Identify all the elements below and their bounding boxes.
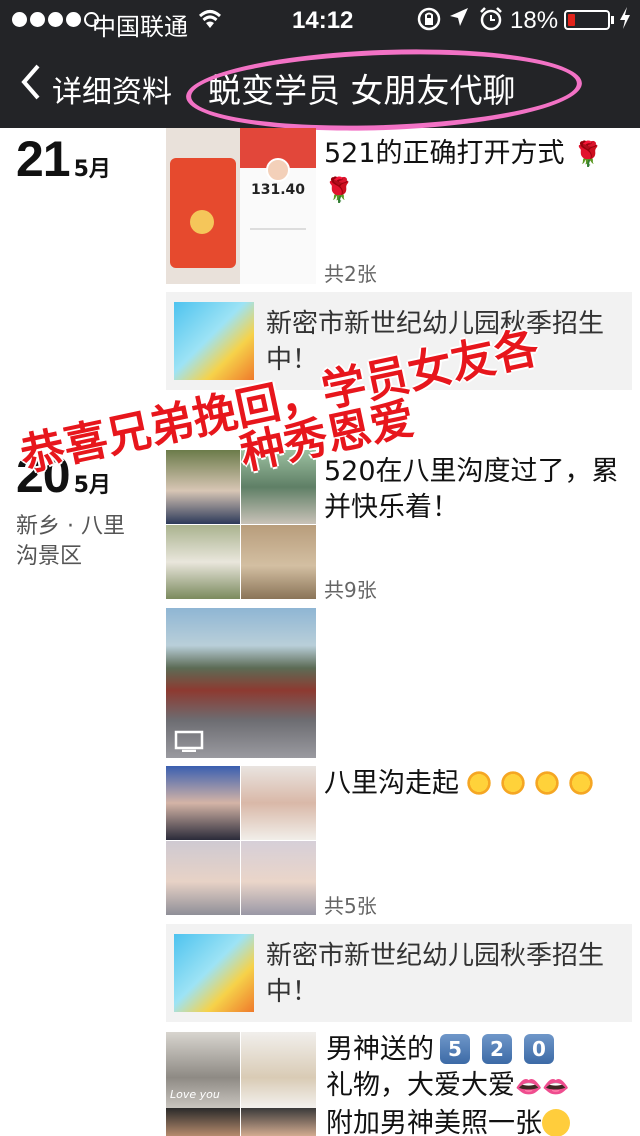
- lips-emoji-icon: 👄: [542, 1075, 570, 1100]
- battery-cap: [611, 16, 614, 24]
- month-label: 5月: [73, 157, 111, 182]
- photo-count: 共2张: [324, 262, 377, 286]
- sun-emoji-icon: [567, 769, 595, 797]
- keycap-5-icon: 5: [440, 1034, 470, 1064]
- photo-count: 共9张: [324, 578, 377, 602]
- post-photo[interactable]: [241, 1032, 316, 1108]
- post-photo[interactable]: [241, 525, 316, 599]
- sun-emoji-icon: [533, 769, 561, 797]
- sun-emoji-icon: [465, 769, 493, 797]
- moments-feed[interactable]: 21 5月 131.40 521的正确打开方式 🌹 🌹 共2张 新密市新世纪幼儿园秋…: [0, 128, 640, 1136]
- rotation-lock-icon: [416, 6, 442, 38]
- post-photo[interactable]: [241, 841, 316, 915]
- status-bar: 中国联通 14:12 18%: [0, 0, 640, 41]
- post-photo[interactable]: [166, 1108, 240, 1136]
- rose-emoji-icon: 🌹: [324, 176, 354, 204]
- post-text: 521的正确打开方式 🌹 🌹: [324, 138, 604, 204]
- post-text: 男神送的 5 2 0 礼物，大爱大爱👄👄 附加男神美照一张: [326, 1034, 570, 1136]
- navigation-bar: 详细资料 蜕变学员 女朋友代聊: [0, 40, 640, 137]
- carrier-name: 中国联通: [92, 14, 188, 41]
- post-photo[interactable]: Love you: [166, 1032, 240, 1108]
- post-video[interactable]: [166, 608, 316, 758]
- keycap-2-icon: 2: [482, 1034, 512, 1064]
- date-header-21: 21 5月: [16, 130, 111, 188]
- sun-emoji-icon: [499, 769, 527, 797]
- post-photo[interactable]: [166, 128, 240, 284]
- post-photo[interactable]: [166, 841, 240, 915]
- charging-bolt-icon: [618, 6, 632, 36]
- day-number: 21: [16, 131, 71, 187]
- photo-caption: Love you: [170, 1088, 220, 1101]
- thinking-emoji-icon: [542, 1109, 570, 1136]
- battery-percent: 18%: [510, 7, 559, 34]
- post-photo[interactable]: [166, 450, 240, 524]
- back-chevron-icon[interactable]: [18, 62, 42, 109]
- post-photo[interactable]: [166, 766, 240, 840]
- location-label[interactable]: 新乡 · 八里沟景区: [16, 512, 146, 572]
- post-text: 520在八里沟度过了，累并快乐着！: [324, 456, 619, 523]
- battery-icon: [564, 10, 610, 30]
- shared-link-title: 新密市新世纪幼儿园秋季招生中！: [266, 941, 605, 1007]
- post-photo[interactable]: [241, 766, 316, 840]
- post-text: 八里沟走起: [324, 766, 634, 802]
- shared-link-card[interactable]: 新密市新世纪幼儿园秋季招生中！: [166, 924, 632, 1022]
- wifi-icon: [196, 6, 224, 36]
- shared-link-thumbnail: [174, 934, 254, 1012]
- keycap-0-icon: 0: [524, 1034, 554, 1064]
- title-highlight-circle: [184, 43, 584, 137]
- lips-emoji-icon: 👄: [515, 1075, 543, 1100]
- signal-strength-icon: [12, 12, 99, 27]
- red-packet-amount: 131.40: [250, 182, 306, 198]
- photo-count: 共5张: [324, 894, 377, 918]
- post-photo[interactable]: [241, 1108, 316, 1136]
- post-photo[interactable]: [166, 525, 240, 599]
- alarm-icon: [478, 6, 504, 38]
- clock-time: 14:12: [292, 7, 354, 34]
- month-label: 5月: [73, 473, 111, 498]
- rose-emoji-icon: 🌹: [573, 140, 604, 168]
- back-button[interactable]: 详细资料: [52, 67, 172, 111]
- shared-link-thumbnail: [174, 302, 254, 380]
- video-icon: [174, 730, 204, 756]
- post-photo[interactable]: 131.40: [240, 128, 316, 284]
- location-icon: [448, 6, 470, 36]
